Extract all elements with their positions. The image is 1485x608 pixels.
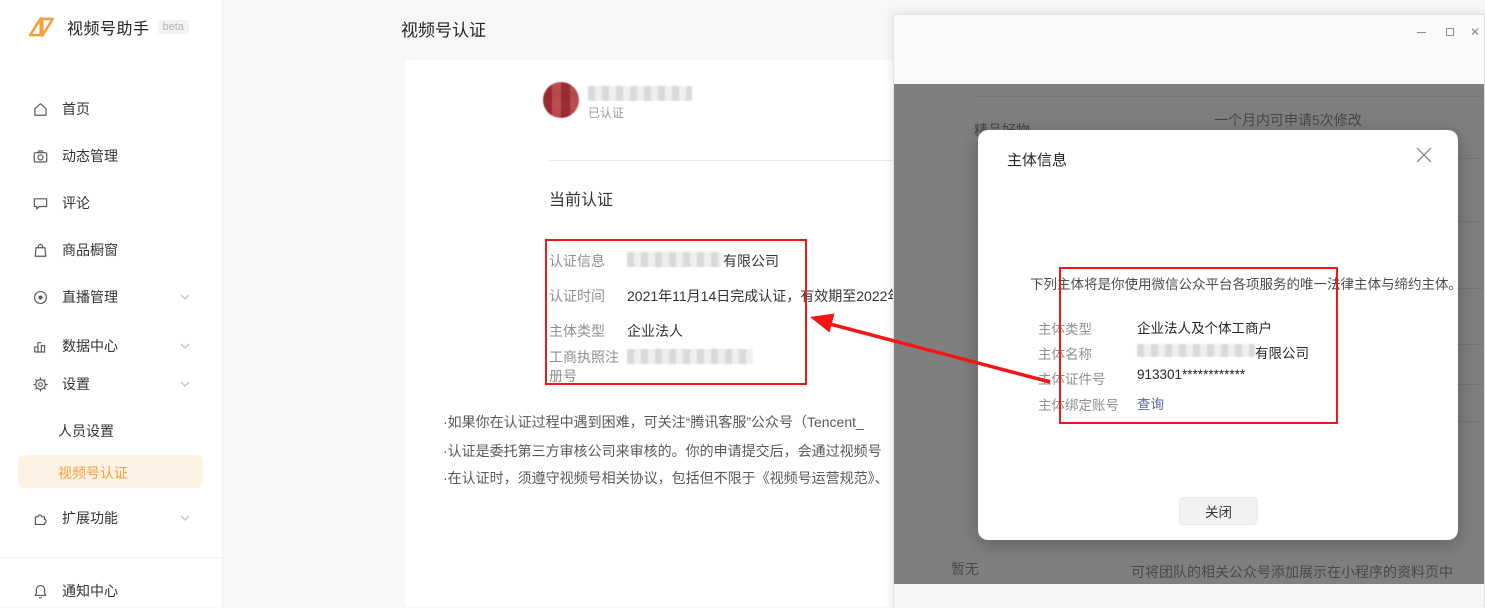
sidebar-item-extensions[interactable]: 扩展功能 [32, 508, 190, 528]
status-badge: 已认证 [588, 104, 624, 121]
gear-icon [32, 376, 49, 393]
field-value: 企业法人 [627, 321, 683, 341]
note-line: ·认证是委托第三方审核公司来审核的。你的申请提交后，会通过视频号 [443, 441, 882, 461]
dialog-title: 主体信息 [1007, 149, 1067, 170]
window-bottom-strip [894, 584, 1484, 608]
sidebar-item-moments[interactable]: 动态管理 [32, 146, 190, 166]
bg-text-mini-program: 可将团队的相关公众号添加展示在小程序的资料页中 [1131, 562, 1453, 582]
note-line: ·在认证时，须遵守视频号相关协议，包括但不限于《视频号运营规范》、 [443, 468, 889, 488]
field-label: 主体类型 [1038, 318, 1092, 338]
field-value: 企业法人及个体工商户 [1137, 317, 1272, 337]
sidebar-item-settings[interactable]: 设置 [32, 374, 190, 394]
comment-icon [32, 195, 49, 212]
chevron-down-icon [180, 515, 190, 521]
field-label: 工商执照注册号 [549, 348, 625, 386]
license-number-redacted [627, 349, 753, 364]
sidebar-item-data-center[interactable]: 数据中心 [32, 336, 190, 356]
subject-info-dialog: 主体信息 下列主体将是你使用微信公众平台各项服务的唯一法律主体与缔约主体。 主体… [978, 130, 1458, 540]
dialog-close-icon[interactable] [1414, 145, 1434, 165]
bg-text-modify-limit: 一个月内可申请5次修改 [1214, 110, 1362, 130]
chevron-down-icon [180, 343, 190, 349]
field-label: 认证时间 [549, 287, 625, 306]
sidebar-item-notifications[interactable]: 通知中心 [32, 581, 190, 601]
account-name-redacted [588, 86, 692, 101]
chevron-down-icon [180, 381, 190, 387]
subject-name-redacted [1137, 344, 1255, 357]
sidebar-item-home[interactable]: 首页 [32, 99, 190, 119]
sidebar-item-comments[interactable]: 评论 [32, 193, 190, 213]
query-link[interactable]: 查询 [1137, 393, 1164, 413]
sidebar-divider [0, 557, 223, 558]
sidebar-item-staff-settings[interactable]: 人员设置 [58, 421, 114, 441]
field-value: 有限公司 [1255, 342, 1309, 362]
bg-text-none: 暂无 [951, 559, 979, 579]
puzzle-icon [32, 510, 49, 527]
app-title: 视频号助手 [67, 15, 150, 39]
field-value: 913301************ [1137, 367, 1245, 382]
maximize-icon[interactable] [1443, 25, 1457, 39]
minimize-icon[interactable] [1414, 25, 1428, 39]
channels-logo-icon [26, 14, 57, 40]
bag-icon [32, 242, 49, 259]
card-divider [549, 160, 920, 161]
note-line: ·如果你在认证过程中遇到困难，可关注“腾讯客服”公众号（Tencent_ [443, 412, 864, 432]
certification-card: 已认证 当前认证 认证信息 有限公司 认证时间 2021年11月14日完成认证，… [405, 60, 920, 607]
close-button[interactable]: 关闭 [1179, 497, 1258, 525]
avatar [543, 82, 579, 118]
field-label: 主体绑定账号 [1038, 394, 1119, 414]
data-chart-icon [32, 338, 49, 355]
close-icon[interactable]: ✕ [1468, 25, 1482, 39]
section-title: 当前认证 [549, 186, 613, 210]
bell-icon [32, 583, 49, 600]
field-label: 主体证件号 [1038, 368, 1106, 388]
beta-badge: beta [158, 20, 189, 34]
app-logo: 视频号助手 beta [26, 14, 189, 40]
field-value: 有限公司 [723, 251, 779, 271]
live-icon [32, 289, 49, 306]
chevron-down-icon [180, 294, 190, 300]
sidebar-item-channels-cert[interactable]: 视频号认证 [58, 463, 128, 483]
cert-info-redacted [627, 252, 723, 267]
dialog-description: 下列主体将是你使用微信公众平台各项服务的唯一法律主体与缔约主体。 [1030, 273, 1462, 293]
home-icon [32, 101, 49, 118]
sidebar: 视频号助手 beta 首页 动态管理 评论 商品橱窗 直播管理 数据中心 设置 … [0, 0, 223, 607]
field-label: 主体类型 [549, 322, 625, 341]
field-label: 主体名称 [1038, 343, 1092, 363]
camera-icon [32, 148, 49, 165]
page-title: 视频号认证 [401, 16, 486, 41]
field-label: 认证信息 [549, 252, 625, 271]
window-titlebar[interactable]: ✕ [894, 15, 1484, 84]
sidebar-item-shop-window[interactable]: 商品橱窗 [32, 240, 190, 260]
sidebar-item-live[interactable]: 直播管理 [32, 287, 190, 307]
